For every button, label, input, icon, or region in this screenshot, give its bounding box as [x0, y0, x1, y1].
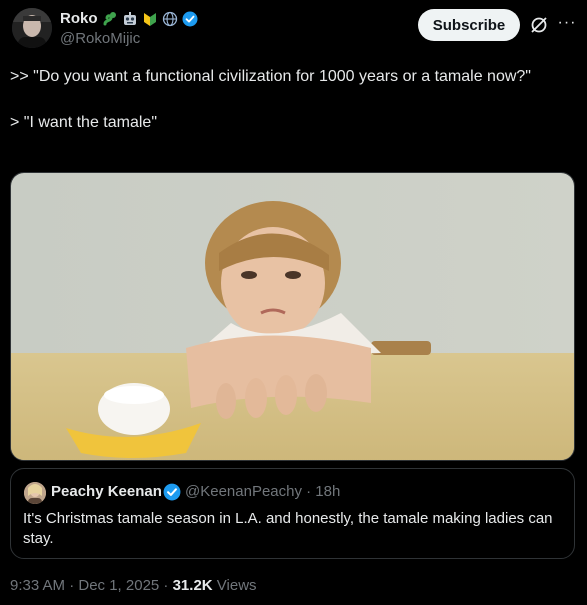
- tweet-media[interactable]: [10, 172, 575, 461]
- snake-emoji: [103, 11, 116, 25]
- author-name-row[interactable]: Roko: [60, 10, 198, 27]
- quote-author-handle-time[interactable]: @KeenanPeachy · 18h: [185, 483, 340, 500]
- beginner-emoji: [143, 12, 156, 26]
- quote-text: It's Christmas tamale season in L.A. and…: [23, 510, 553, 547]
- author-name[interactable]: Roko: [60, 10, 98, 27]
- globe-icon: [162, 11, 177, 26]
- tweet-timestamp[interactable]: 9:33 AM · Dec 1, 2025 ·: [10, 577, 173, 594]
- quote-avatar-image: [24, 482, 46, 504]
- grok-icon[interactable]: [529, 15, 549, 35]
- verified-badge-icon: [182, 11, 197, 26]
- quote-verified-badge-icon: [163, 483, 181, 501]
- photo-child-marshmallow: [11, 173, 574, 460]
- views-count: 31.2K: [172, 577, 213, 594]
- tweet-text: >> "Do you want a functional civilizatio…: [10, 68, 531, 131]
- tweet-meta: 9:33 AM · Dec 1, 2025 · 31.2K Views: [10, 577, 257, 594]
- author-avatar[interactable]: [12, 8, 52, 48]
- avatar-image: [12, 8, 52, 48]
- quote-tweet[interactable]: Peachy Keenan @KeenanPeachy · 18h It's C…: [10, 468, 575, 559]
- quote-author-name[interactable]: Peachy Keenan: [51, 483, 162, 500]
- more-icon[interactable]: ···: [557, 13, 577, 33]
- subscribe-button[interactable]: Subscribe: [418, 9, 520, 41]
- quote-author-avatar[interactable]: [24, 482, 46, 504]
- author-handle[interactable]: @RokoMijic: [60, 30, 140, 47]
- views-label: Views: [212, 577, 257, 594]
- robot-emoji: [123, 11, 136, 25]
